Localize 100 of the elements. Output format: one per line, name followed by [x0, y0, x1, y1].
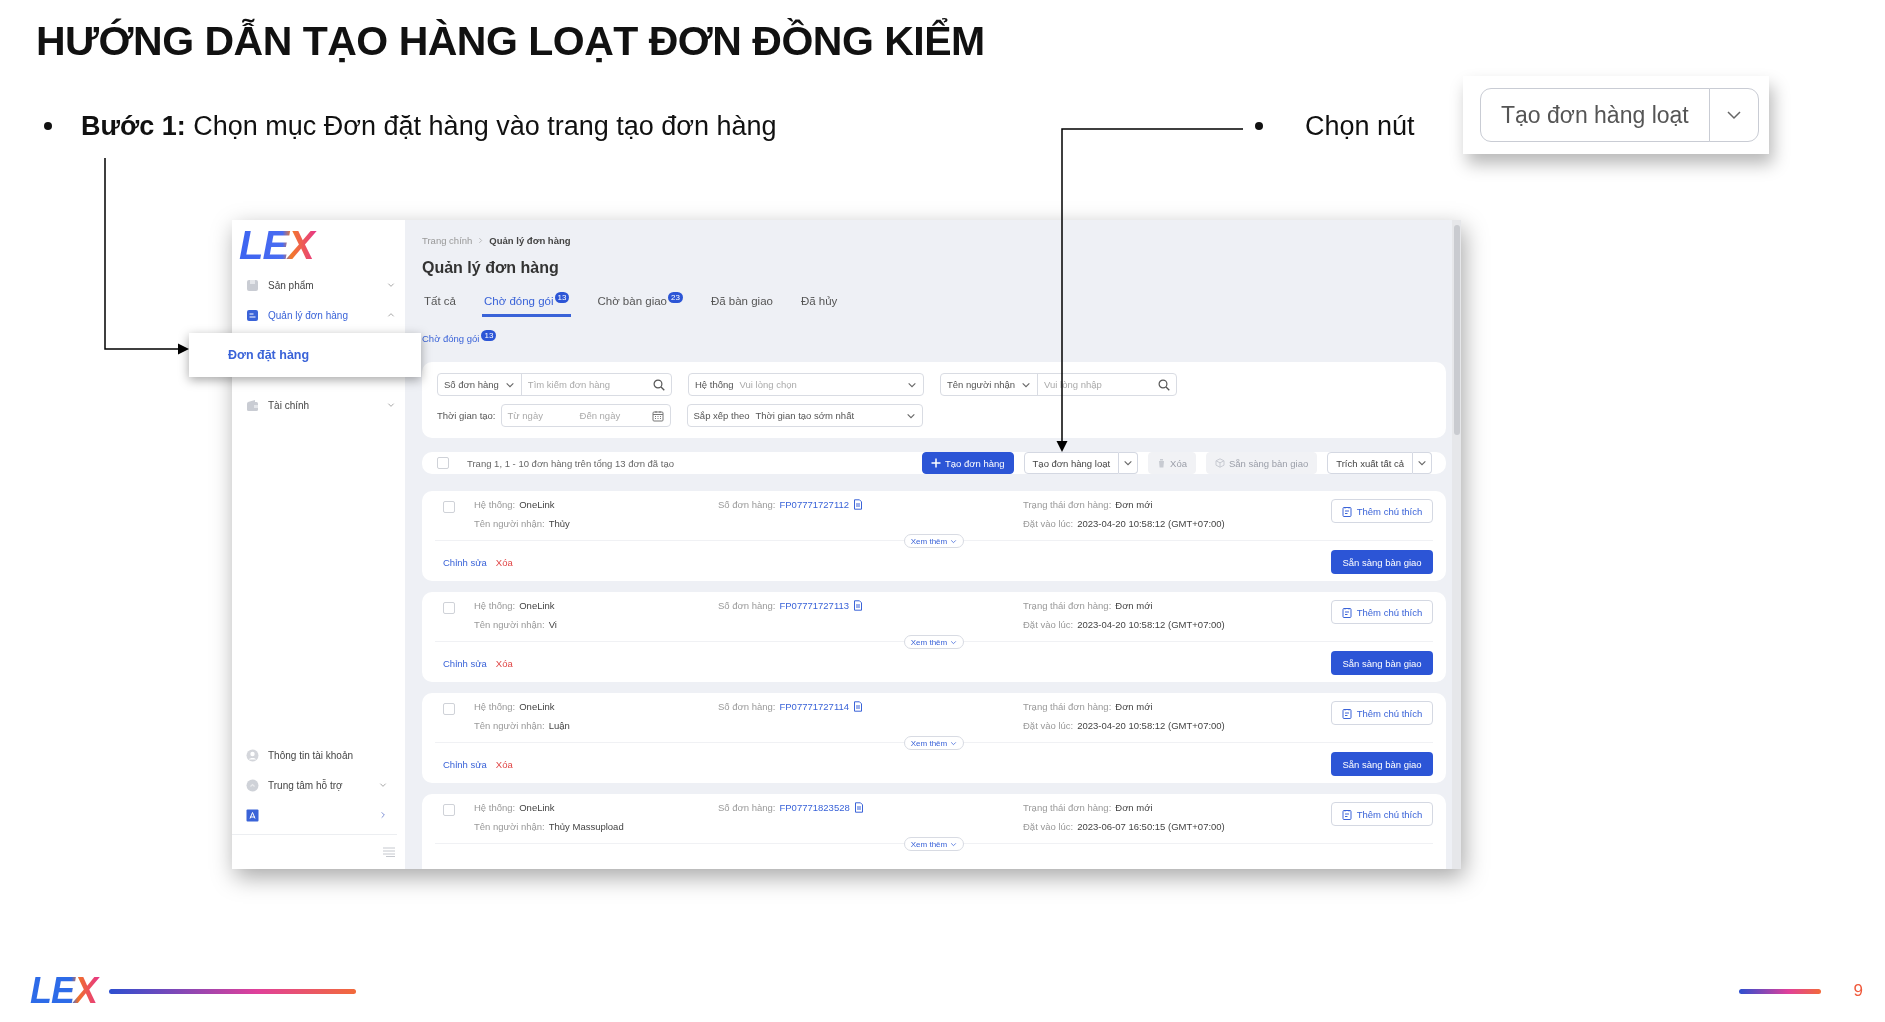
show-more-button[interactable]: Xem thêm [903, 534, 965, 548]
field-value: Đơn mới [1115, 499, 1153, 510]
split-button[interactable]: Trích xuất tất cả [1327, 452, 1413, 474]
field-label: Đặt vào lúc: [1023, 720, 1074, 731]
field-label: Hệ thống: [474, 600, 516, 611]
app-icon [246, 808, 259, 822]
field-value: Thủy [548, 518, 570, 529]
chevron-right-icon [477, 237, 485, 244]
field-label: Tên người nhận: [474, 518, 545, 529]
field-label: Hệ thống: [474, 802, 516, 813]
add-note-button[interactable]: Thêm chú thích [1331, 802, 1433, 826]
order-number-link[interactable]: FP07771727112 [779, 499, 850, 510]
create-order-button[interactable]: Tạo đơn hàng [921, 452, 1014, 474]
tab[interactable]: Chờ bàn giao 23 [595, 295, 685, 317]
sort-select[interactable]: Sắp xếp theo Thời gian tạo sớm nhất [686, 404, 923, 427]
field-label: Sắp xếp theo [693, 410, 750, 421]
dropdown[interactable]: Tên người nhận [941, 374, 1039, 395]
bullet [44, 122, 52, 130]
ready-handover-button[interactable]: Sẵn sàng bàn giao [1331, 651, 1433, 675]
field-label: Đặt vào lúc: [1023, 619, 1074, 630]
field-value: Thủy Massupload [548, 821, 624, 832]
sidebar-item[interactable]: Sản phẩm [232, 270, 405, 300]
checkbox[interactable] [443, 501, 455, 513]
chevron-down-icon [950, 638, 958, 646]
add-note-button[interactable]: Thêm chú thích [1331, 499, 1433, 523]
sidebar-item[interactable]: Quản lý đơn hàng [232, 300, 405, 330]
ready-handover-button[interactable]: Sẵn sàng bàn giao [1331, 550, 1433, 574]
field-value: Đơn mới [1115, 600, 1153, 611]
dropdown[interactable]: Số đơn hàng [438, 374, 522, 395]
submenu-item[interactable]: Đơn đặt hàng [189, 333, 421, 377]
delete-link[interactable]: Xóa [495, 758, 513, 770]
hint-text: Chọn nút [1305, 110, 1415, 142]
field-label: Hệ thống: [474, 499, 516, 510]
order-number-link[interactable]: FP07771727113 [779, 600, 850, 611]
scrollbar[interactable] [1452, 220, 1461, 869]
sidebar-item[interactable]: Tài chính [232, 390, 405, 420]
field-label: Trạng thái đơn hàng: [1023, 600, 1112, 611]
note-icon [1341, 808, 1352, 820]
show-more-button[interactable]: Xem thêm [903, 736, 965, 750]
sidebar-item[interactable]: Thông tin tài khoản [232, 740, 397, 770]
show-more-button[interactable]: Xem thêm [903, 837, 965, 851]
trash-icon [1157, 458, 1167, 468]
order-number-link[interactable]: FP07771727114 [779, 701, 850, 712]
dropdown-button[interactable] [1708, 88, 1759, 142]
dropdown-button[interactable] [1413, 452, 1432, 474]
tab[interactable]: Chờ đóng gói 13 [481, 295, 572, 317]
document-icon [246, 308, 259, 322]
count-badge: 13 [481, 330, 497, 341]
split-button[interactable]: Tạo đơn hàng loạt [1023, 452, 1120, 474]
field-label: Hệ thống: [474, 701, 516, 712]
field-value: OneLink [519, 802, 555, 813]
chevron-down-icon [950, 739, 958, 747]
bullet [1255, 122, 1263, 130]
field-value: 2023-04-20 10:58:12 (GMT+07:00) [1077, 720, 1225, 731]
add-note-button[interactable]: Thêm chú thích [1331, 701, 1433, 725]
checkbox[interactable] [443, 703, 455, 715]
delete-link[interactable]: Xóa [495, 556, 513, 568]
tab[interactable]: Đã bàn giao [708, 295, 775, 317]
ready-handover-button[interactable]: Sẵn sàng bàn giao [1331, 752, 1433, 776]
checkbox[interactable] [437, 457, 449, 469]
system-select[interactable]: Hệ thống Vui lòng chọn [688, 373, 924, 396]
search-field[interactable]: Số đơn hàng Tìm kiếm đơn hàng [437, 373, 672, 396]
slide-title: HƯỚNG DẪN TẠO HÀNG LOẠT ĐƠN ĐỒNG KIỂM [36, 18, 986, 65]
wallet-icon [246, 398, 259, 412]
delete-link[interactable]: Xóa [495, 657, 513, 669]
note-icon [1341, 707, 1352, 719]
edit-link[interactable]: Chỉnh sửa [443, 758, 487, 770]
page-number: 9 [1853, 981, 1863, 1001]
field-value: OneLink [519, 701, 555, 712]
add-note-button[interactable]: Thêm chú thích [1331, 600, 1433, 624]
show-more-button[interactable]: Xem thêm [903, 635, 965, 649]
menu-icon[interactable] [383, 847, 395, 857]
field-value: Luận [548, 720, 570, 731]
chevron-down-icon [1417, 458, 1427, 468]
dropdown-button[interactable] [1119, 452, 1139, 474]
field-label: Số đơn hàng: [718, 600, 776, 611]
field-value: Đơn mới [1115, 701, 1153, 712]
section-label: Chờ đóng gói [422, 333, 480, 344]
sidebar-item[interactable]: Trung tâm hỗ trợ [232, 770, 397, 800]
chevron-down-icon [950, 537, 958, 545]
tab[interactable]: Tất cả [422, 295, 458, 317]
field-value: 2023-06-07 16:50:15 (GMT+07:00) [1077, 821, 1225, 832]
page-title: Quản lý đơn hàng [422, 259, 560, 277]
field-label: Trạng thái đơn hàng: [1023, 802, 1112, 813]
note-icon [1341, 606, 1352, 618]
edit-link[interactable]: Chỉnh sửa [443, 657, 487, 669]
checkbox[interactable] [443, 804, 455, 816]
batch-create-button[interactable]: Tạo đơn hàng loạt [1480, 88, 1710, 142]
field-label: Thời gian tạo: [437, 410, 496, 421]
scrollbar-thumb[interactable] [1454, 225, 1460, 435]
document-icon [853, 802, 864, 813]
document-icon [853, 499, 864, 510]
checkbox[interactable] [443, 602, 455, 614]
field-label: Số đơn hàng: [718, 802, 776, 813]
order-number-link[interactable]: FP07771823528 [779, 802, 850, 813]
chevron-down-icon [379, 781, 387, 789]
field-label: Tên người nhận: [474, 720, 545, 731]
edit-link[interactable]: Chỉnh sửa [443, 556, 487, 568]
tab[interactable]: Đã hủy [798, 295, 840, 317]
placeholder-text: Từ ngày [507, 410, 544, 421]
